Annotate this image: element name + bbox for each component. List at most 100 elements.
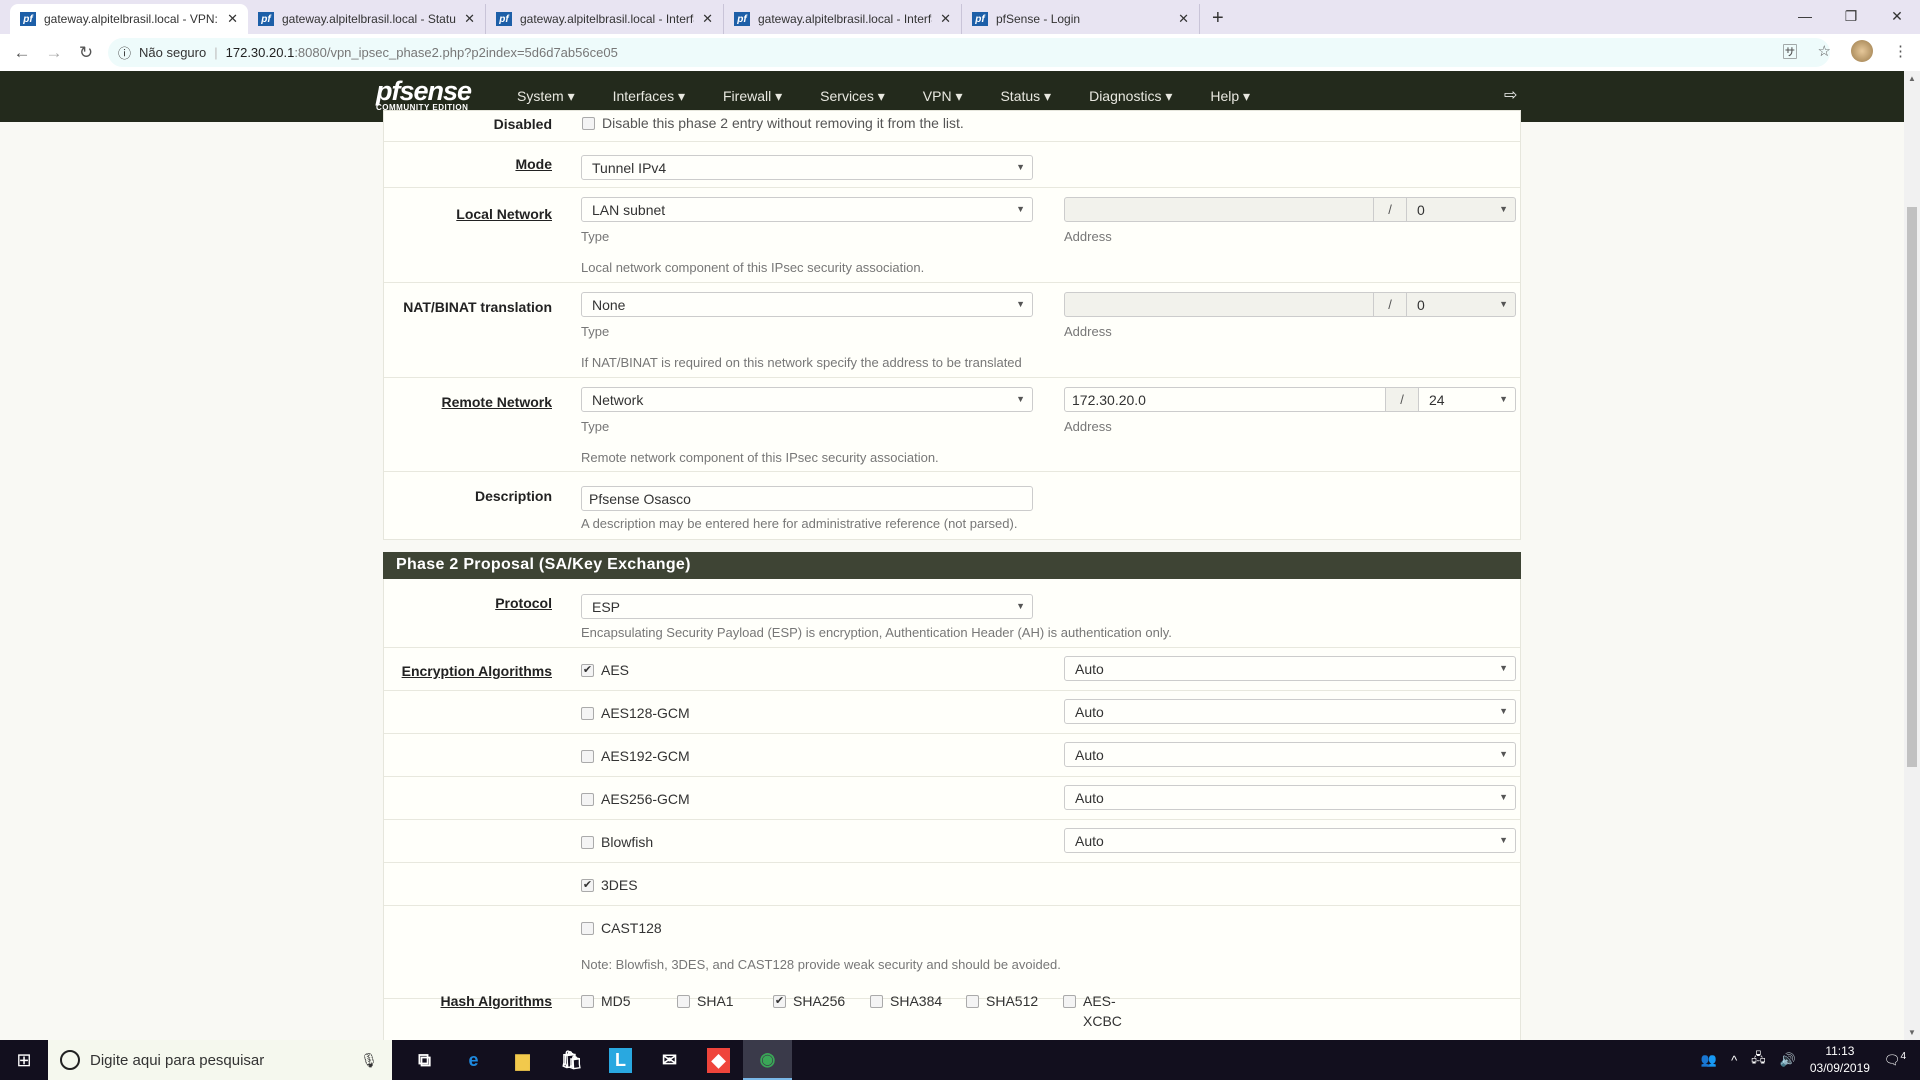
clock[interactable]: 11:13 03/09/2019: [1810, 1043, 1870, 1077]
hash-checkbox[interactable]: ✔: [773, 995, 786, 1008]
edge-icon[interactable]: e: [449, 1040, 498, 1080]
local-network-type-select[interactable]: LAN subnet: [581, 197, 1033, 222]
key-length-select[interactable]: Auto: [1064, 656, 1516, 681]
browser-tab[interactable]: pf gateway.alpitelbrasil.local - VPN: IPs…: [10, 4, 248, 34]
mode-label[interactable]: Mode: [515, 156, 552, 172]
chrome-icon[interactable]: ◉: [743, 1040, 792, 1080]
file-explorer-icon[interactable]: ▆: [498, 1040, 547, 1080]
nat-address-input[interactable]: [1064, 292, 1374, 317]
algorithm-checkbox[interactable]: [581, 707, 594, 720]
scroll-down-arrow[interactable]: ▼: [1908, 1028, 1916, 1037]
local-address-group: / 0: [1064, 197, 1516, 222]
volume-icon[interactable]: 🔊: [1780, 1052, 1796, 1068]
hash-checkbox[interactable]: [1063, 995, 1076, 1008]
bookmark-star-icon[interactable]: ☆: [1818, 42, 1831, 60]
nav-menu-item[interactable]: System ▾: [498, 88, 594, 105]
profile-avatar[interactable]: [1851, 40, 1873, 62]
microphone-icon[interactable]: 🎙: [360, 1052, 378, 1069]
tab-close-icon[interactable]: ✕: [1178, 11, 1189, 27]
taskbar-search[interactable]: Digite aqui para pesquisar 🎙: [48, 1040, 392, 1080]
algorithm-checkbox[interactable]: [581, 750, 594, 763]
cortana-icon: [60, 1050, 80, 1070]
scrollbar-thumb[interactable]: [1907, 207, 1917, 767]
hash-checkbox[interactable]: [677, 995, 690, 1008]
nav-menu-item[interactable]: Diagnostics ▾: [1070, 88, 1191, 105]
app-l-icon[interactable]: L: [596, 1040, 645, 1080]
info-icon[interactable]: ⓘ: [118, 43, 131, 62]
tab-close-icon[interactable]: ✕: [227, 11, 238, 27]
new-tab-button[interactable]: +: [1200, 7, 1236, 34]
browser-tab[interactable]: pf pfSense - Login ✕: [962, 4, 1200, 34]
hash-checkbox[interactable]: [581, 995, 594, 1008]
windows-start-button[interactable]: ⊞: [0, 1040, 48, 1080]
browser-tab[interactable]: pf gateway.alpitelbrasil.local - Status ✕: [248, 4, 486, 34]
hash-checkbox[interactable]: [966, 995, 979, 1008]
browser-tab-bar: pf gateway.alpitelbrasil.local - VPN: IPs…: [0, 0, 1920, 34]
protocol-row: Protocol ESP Encapsulating Security Payl…: [384, 579, 1520, 648]
tab-close-icon[interactable]: ✕: [702, 11, 713, 27]
hash-algorithms-label[interactable]: Hash Algorithms: [441, 993, 553, 1009]
back-button[interactable]: ←: [6, 43, 38, 63]
local-mask-select[interactable]: 0: [1406, 197, 1516, 222]
key-length-select[interactable]: Auto: [1064, 828, 1516, 853]
disabled-checkbox[interactable]: [582, 117, 595, 130]
browser-tab[interactable]: pf gateway.alpitelbrasil.local - Interfac…: [724, 4, 962, 34]
remote-network-label[interactable]: Remote Network: [442, 394, 552, 410]
algorithm-checkbox[interactable]: [581, 922, 594, 935]
notifications-icon[interactable]: 🗨4: [1884, 1051, 1906, 1068]
key-length-select[interactable]: Auto: [1064, 699, 1516, 724]
task-view-icon[interactable]: ⧉: [400, 1040, 449, 1080]
close-window-button[interactable]: ✕: [1874, 0, 1920, 32]
tab-close-icon[interactable]: ✕: [464, 11, 475, 27]
translate-icon[interactable]: 🈂: [1783, 41, 1798, 62]
nav-menu-item[interactable]: Status ▾: [981, 88, 1070, 105]
anydesk-icon[interactable]: ◆: [694, 1040, 743, 1080]
restore-button[interactable]: ❐: [1828, 0, 1874, 32]
nat-mask-select[interactable]: 0: [1406, 292, 1516, 317]
network-icon[interactable]: 🖧: [1751, 1049, 1766, 1071]
pfsense-logo[interactable]: pfsense COMMUNITY EDITION: [376, 76, 472, 112]
nav-menu-item[interactable]: VPN ▾: [904, 88, 982, 105]
encryption-note: Note: Blowfish, 3DES, and CAST128 provid…: [581, 957, 1061, 972]
mail-icon[interactable]: ✉: [645, 1040, 694, 1080]
nav-menu-item[interactable]: Firewall ▾: [704, 88, 801, 105]
remote-network-type-select[interactable]: Network: [581, 387, 1033, 412]
key-length-select[interactable]: Auto: [1064, 785, 1516, 810]
algorithm-checkbox[interactable]: [581, 793, 594, 806]
people-icon[interactable]: 👥: [1701, 1052, 1717, 1068]
url-bar[interactable]: ⓘ Não seguro | 172.30.20.1:8080/vpn_ipse…: [108, 38, 1830, 67]
description-input[interactable]: Pfsense Osasco: [581, 486, 1033, 511]
forward-button[interactable]: →: [38, 43, 70, 63]
encryption-algorithm-row: AES128-GCM Auto: [384, 691, 1520, 734]
scroll-up-arrow[interactable]: ▲: [1908, 74, 1916, 83]
pfsense-favicon: pf: [496, 12, 512, 26]
algorithm-checkbox[interactable]: ✔: [581, 664, 594, 677]
browser-tab[interactable]: pf gateway.alpitelbrasil.local - Interfac…: [486, 4, 724, 34]
tab-close-icon[interactable]: ✕: [940, 11, 951, 27]
key-length-select[interactable]: Auto: [1064, 742, 1516, 767]
store-icon[interactable]: 🛍: [547, 1040, 596, 1080]
remote-address-input[interactable]: 172.30.20.0: [1064, 387, 1386, 412]
page-scrollbar[interactable]: ▲ ▼: [1904, 71, 1920, 1040]
nav-menu-item[interactable]: Services ▾: [801, 88, 904, 105]
nat-type-select[interactable]: None: [581, 292, 1033, 317]
encryption-algorithms-label[interactable]: Encryption Algorithms: [402, 663, 552, 679]
remote-mask-select[interactable]: 24: [1418, 387, 1516, 412]
logout-icon[interactable]: ⇨: [1504, 85, 1517, 105]
reload-button[interactable]: ↻: [70, 43, 102, 63]
mode-select[interactable]: Tunnel IPv4: [581, 155, 1033, 180]
local-address-input[interactable]: [1064, 197, 1374, 222]
minimize-button[interactable]: —: [1782, 0, 1828, 32]
menu-kebab-icon[interactable]: ⋮: [1893, 42, 1908, 60]
algorithm-checkbox[interactable]: ✔: [581, 879, 594, 892]
local-network-label[interactable]: Local Network: [456, 206, 552, 222]
nav-menu-item[interactable]: Help ▾: [1191, 88, 1269, 105]
protocol-label[interactable]: Protocol: [495, 595, 552, 611]
hash-checkbox[interactable]: [870, 995, 883, 1008]
nav-menu-item[interactable]: Interfaces ▾: [594, 88, 704, 105]
protocol-select[interactable]: ESP: [581, 594, 1033, 619]
address-bar-row: ← → ↻ ⓘ Não seguro | 172.30.20.1:8080/vp…: [0, 34, 1920, 71]
algorithm-checkbox[interactable]: [581, 836, 594, 849]
tray-chevron-up-icon[interactable]: ^: [1731, 1053, 1737, 1068]
hash-name: SHA512: [986, 993, 1039, 1009]
